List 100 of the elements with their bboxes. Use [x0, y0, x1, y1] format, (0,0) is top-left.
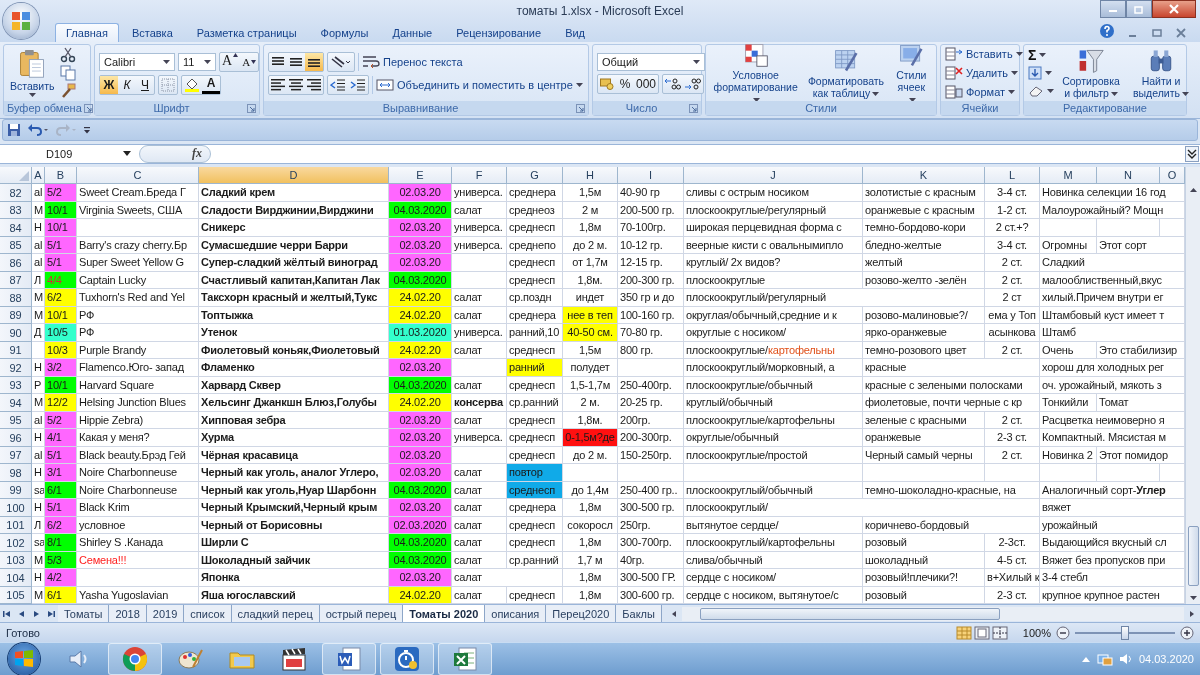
merge-center-button[interactable]: Объединить и поместить в центре [376, 75, 583, 94]
row-header[interactable]: 102 [0, 534, 32, 552]
sheet-tab[interactable]: Томаты 2020 [403, 605, 486, 623]
dialog-launcher-icon[interactable] [576, 103, 585, 113]
ribbon-tab[interactable]: Вставка [120, 23, 184, 42]
ribbon-tab[interactable]: Вид [554, 23, 597, 42]
office-button[interactable] [3, 3, 39, 39]
restore-button[interactable] [1126, 0, 1152, 18]
row-header[interactable]: 92 [0, 359, 32, 377]
thousands-button[interactable]: 000 [634, 74, 659, 93]
page-layout-icon[interactable] [973, 625, 990, 640]
clipboard-icon [18, 49, 47, 79]
insert-function-button[interactable]: fx [139, 144, 211, 163]
row-header[interactable]: 86 [0, 254, 32, 272]
column-header[interactable]: N [1097, 167, 1160, 185]
fill-button[interactable] [1028, 64, 1054, 82]
customize-toolbar-icon[interactable] [83, 126, 91, 134]
scrollbar-thumb[interactable] [1187, 526, 1199, 587]
row-header[interactable]: 96 [0, 429, 32, 447]
page-break-icon[interactable] [991, 625, 1008, 640]
close-icon[interactable] [1175, 27, 1187, 39]
percent-button[interactable]: % [616, 74, 634, 93]
vertical-scrollbar[interactable] [1185, 167, 1200, 605]
shrink-font-button[interactable]: A [240, 52, 259, 71]
column-header[interactable]: J [684, 167, 863, 185]
wrap-text-button[interactable]: Перенос текста [362, 52, 463, 71]
row-header[interactable]: 84 [0, 219, 32, 237]
ribbon-tab[interactable]: Формулы [309, 23, 380, 42]
group-label: Выравнивание [381, 102, 460, 114]
font-name-field[interactable]: Calibri [99, 52, 175, 71]
row-header[interactable]: 88 [0, 289, 32, 307]
close-button[interactable] [1152, 0, 1196, 18]
sheet-tab[interactable]: 2018 [109, 605, 147, 623]
editing-button[interactable]: Найти и выделить [1128, 47, 1194, 99]
start-button[interactable] [8, 643, 40, 675]
ribbon-tab[interactable]: Рецензирование [445, 23, 553, 42]
dialog-launcher-icon[interactable] [83, 103, 93, 113]
undo-icon[interactable] [27, 123, 49, 138]
scrollbar-thumb[interactable] [699, 607, 1000, 620]
help-icon[interactable] [1099, 23, 1115, 39]
grow-font-button[interactable]: A [220, 52, 241, 71]
row-header[interactable]: 100 [0, 499, 32, 517]
expand-icon[interactable] [1185, 145, 1199, 162]
row-header[interactable]: 82 [0, 184, 32, 202]
row-header[interactable]: 90 [0, 324, 32, 342]
cells-button[interactable]: Формат [945, 84, 1016, 100]
font-style-button[interactable]: Ч [136, 75, 154, 94]
sheet-tab[interactable]: описания [485, 605, 547, 623]
row-header[interactable]: 104 [0, 569, 32, 587]
font-style-button[interactable]: К [118, 75, 136, 94]
taskbar-button[interactable] [380, 643, 434, 675]
autosum-button[interactable]: Σ [1028, 46, 1054, 64]
taskbar-button[interactable] [322, 643, 376, 675]
sheet-tab[interactable]: Баклы [616, 605, 662, 623]
orientation-button[interactable] [327, 51, 355, 72]
font-style-button[interactable]: Ж [100, 75, 118, 94]
sheet-tab[interactable]: Томаты [58, 605, 110, 623]
brush-icon[interactable] [59, 83, 76, 99]
editing-button[interactable]: Сортировка и фильтр [1057, 47, 1125, 99]
ribbon-tab[interactable]: Данные [381, 23, 444, 42]
row-header[interactable]: 94 [0, 394, 32, 412]
vertical-align-button[interactable] [305, 52, 323, 71]
styles-button[interactable]: Форматировать как таблицу [805, 47, 887, 99]
ribbon-tab[interactable]: Разметка страницы [185, 23, 308, 42]
column-header[interactable]: D [199, 167, 389, 185]
column-header[interactable]: H [563, 167, 618, 185]
zoom-slider-thumb[interactable] [1121, 625, 1129, 640]
sheet-tab[interactable]: острый перец [319, 605, 404, 623]
zoom-in-icon[interactable] [1180, 625, 1194, 640]
font-color-button[interactable]: A [202, 75, 220, 94]
sheet-tab[interactable]: Перец2020 [546, 605, 617, 623]
dialog-launcher-icon[interactable] [689, 103, 698, 113]
number-format-field[interactable]: Общий [597, 52, 705, 71]
row-header[interactable]: 98 [0, 464, 32, 482]
column-header[interactable]: I [618, 167, 684, 185]
cells-button[interactable]: Удалить [945, 65, 1018, 81]
column-header[interactable]: L [985, 167, 1040, 185]
minimize-button[interactable] [1100, 0, 1126, 18]
column-header[interactable]: G [507, 167, 563, 185]
cells-button[interactable]: Вставить [945, 46, 1023, 62]
zoom-out-icon[interactable] [1056, 625, 1070, 640]
sheet-tab[interactable]: список [184, 605, 232, 623]
save-icon[interactable] [7, 123, 21, 138]
dialog-launcher-icon[interactable] [247, 103, 256, 113]
sheet-tab[interactable]: сладкий перец [231, 605, 320, 623]
paste-button[interactable]: Вставить [8, 49, 57, 97]
sheet-tab[interactable]: 2019 [146, 605, 185, 623]
table-cell: Новинка селекции 16 год [1040, 184, 1185, 202]
column-header[interactable]: A [32, 167, 45, 185]
ribbon-tab[interactable]: Главная [55, 23, 119, 42]
font-size-field[interactable]: 11 [178, 52, 216, 71]
column-header[interactable]: F [452, 167, 507, 185]
name-box[interactable]: D109 [0, 144, 135, 163]
table-cell: Хельсинг Джанкшн Блюз,Голубы [199, 394, 389, 412]
zoom-level[interactable]: 100% [1022, 626, 1051, 639]
restore-icon[interactable] [1151, 27, 1163, 39]
column-header[interactable]: M [1040, 167, 1097, 185]
column-header[interactable]: K [863, 167, 985, 185]
scissors-icon[interactable] [59, 47, 76, 63]
taskbar-button[interactable] [438, 643, 492, 675]
